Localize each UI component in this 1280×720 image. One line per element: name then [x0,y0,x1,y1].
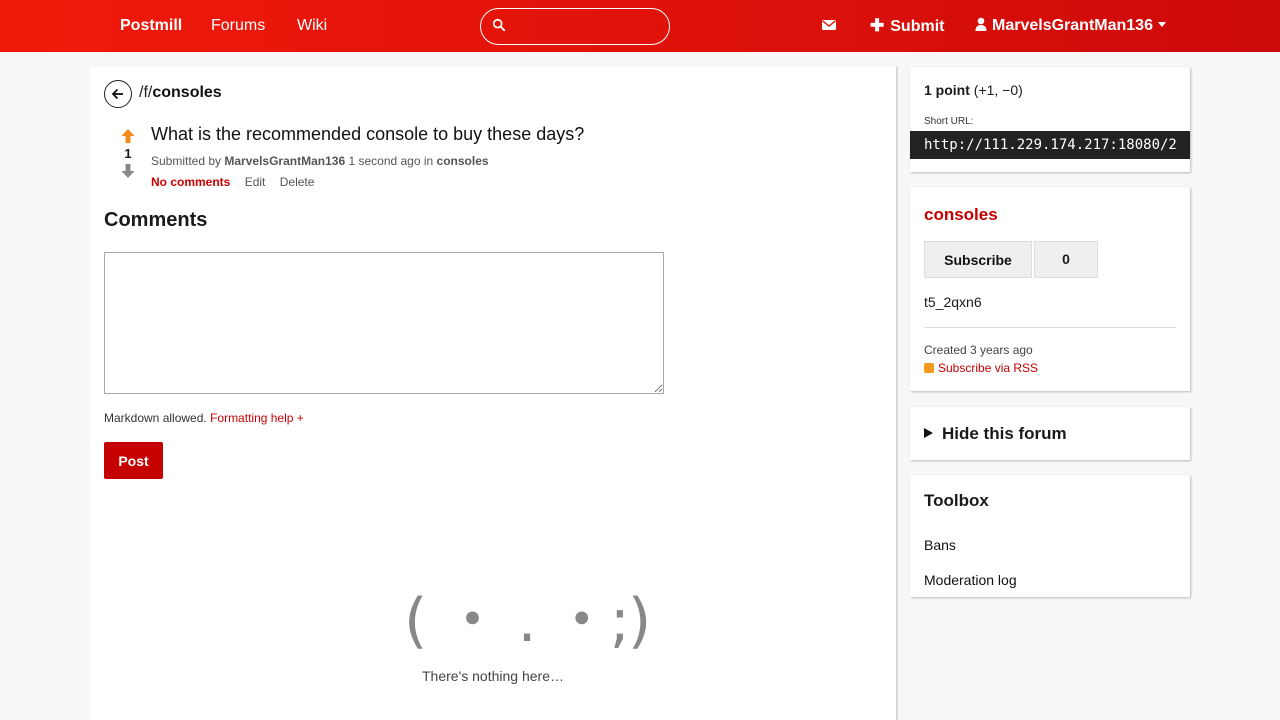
downvote-arrow-icon[interactable] [120,163,136,179]
post-actions: No comments Edit Delete [151,175,325,189]
post-meta: Submitted by MarvelsGrantMan136 1 second… [151,154,489,168]
short-url-field[interactable]: http://111.229.174.217:18080/2 [910,131,1190,159]
post-time: 1 second ago in [348,154,434,168]
points-value: 1 point [924,82,970,98]
toolbox-heading: Toolbox [924,491,989,510]
toolbox-moderation-log-link[interactable]: Moderation log [924,572,1017,588]
comments-link[interactable]: No comments [151,175,230,189]
search-input[interactable] [511,13,661,40]
disclosure-triangle-icon [924,428,933,438]
forum-description: t5_2qxn6 [924,294,982,310]
site-brand-link[interactable]: Postmill [120,0,182,52]
search-icon [492,18,506,32]
vote-score: 1 [124,146,132,161]
forum-prefix: /f/ [139,84,153,101]
points-line: 1 point (+1, −0) [924,82,1023,98]
submit-label: Submit [890,18,945,35]
username-label: MarvelsGrantMan136 [992,17,1153,34]
post-title[interactable]: What is the recommended console to buy t… [151,124,584,145]
top-navbar: Postmill Forums Wiki ✚ Submit MarvelsGran… [0,0,1280,52]
upvote-arrow-icon[interactable] [120,128,136,144]
markdown-label: Markdown allowed. [104,411,207,425]
rss-link[interactable]: Subscribe via RSS [924,361,1038,375]
hide-forum-card: Hide this forum [910,407,1190,460]
forum-breadcrumb-link[interactable]: consoles [152,84,221,101]
short-url-label: Short URL: [924,116,974,127]
caret-down-icon [1157,22,1166,27]
arrow-left-icon [111,88,123,100]
user-icon [975,17,987,31]
plus-icon: ✚ [870,16,885,35]
submitted-by-label: Submitted by [151,154,222,168]
envelope-icon[interactable] [821,17,837,33]
main-content: /f/consoles 1 What is the recommended co… [90,67,896,720]
hide-forum-label: Hide this forum [942,424,1067,443]
search-box [480,8,670,45]
subscriber-count: 0 [1034,241,1098,278]
submit-link[interactable]: ✚ Submit [870,0,944,52]
hide-forum-toggle[interactable]: Hide this forum [924,424,1067,444]
main-divider [896,67,898,720]
post-info-card: 1 point (+1, −0) Short URL: http://111.2… [910,67,1190,172]
points-breakdown: (+1, −0) [973,82,1023,98]
rss-label: Subscribe via RSS [938,361,1039,375]
subscribe-button[interactable]: Subscribe [924,241,1032,278]
forum-info-card: consoles Subscribe 0 t5_2qxn6 Created 3 … [910,187,1190,391]
back-button[interactable] [104,80,132,108]
post-comment-button[interactable]: Post [104,442,163,479]
user-menu[interactable]: MarvelsGrantMan136 [975,0,1166,52]
forum-created: Created 3 years ago [924,343,1033,357]
toolbox-card: Toolbox Bans Moderation log [910,475,1190,597]
formatting-help-link[interactable]: Formatting help + [210,411,304,425]
sidebar-divider [924,327,1176,328]
sidebar-forum-name[interactable]: consoles [924,205,998,225]
comments-heading: Comments [104,209,208,231]
comment-textarea[interactable] [104,252,664,394]
post-forum-link[interactable]: consoles [437,154,489,168]
empty-state-face: ( ・ . ・;) [404,586,651,656]
edit-link[interactable]: Edit [245,175,266,189]
author-link[interactable]: MarvelsGrantMan136 [224,154,345,168]
nav-forums-link[interactable]: Forums [211,0,265,52]
delete-link[interactable]: Delete [280,175,315,189]
empty-state-text: There's nothing here… [422,668,564,684]
markdown-note: Markdown allowed. Formatting help + [104,411,304,425]
toolbox-bans-link[interactable]: Bans [924,537,956,553]
nav-wiki-link[interactable]: Wiki [297,0,327,52]
forum-breadcrumb: /f/consoles [139,84,222,102]
rss-icon [924,363,934,373]
